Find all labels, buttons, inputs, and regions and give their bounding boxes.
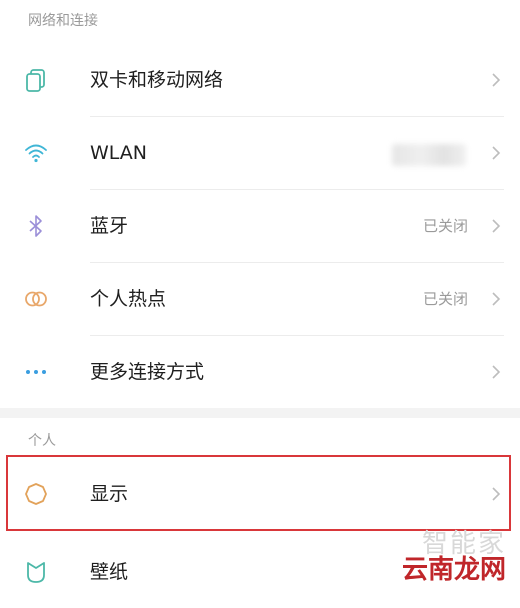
settings-item-sim-mobile-network[interactable]: 双卡和移动网络 bbox=[0, 44, 520, 116]
blurred-network-name bbox=[392, 144, 466, 166]
settings-item-bluetooth[interactable]: 蓝牙 已关闭 bbox=[0, 190, 520, 262]
section-header-network: 网络和连接 bbox=[28, 13, 98, 29]
section-header-personal: 个人 bbox=[28, 433, 56, 449]
chevron-right-icon bbox=[492, 73, 501, 87]
chevron-right-icon bbox=[492, 219, 501, 233]
highlight-box bbox=[6, 455, 511, 531]
hotspot-icon bbox=[25, 291, 47, 307]
settings-item-label: 更多连接方式 bbox=[90, 361, 205, 383]
sim-cards-icon bbox=[26, 69, 45, 92]
more-dots-icon bbox=[26, 370, 46, 374]
settings-item-hotspot[interactable]: 个人热点 已关闭 bbox=[0, 263, 520, 335]
wallpaper-icon bbox=[27, 562, 45, 583]
chevron-right-icon bbox=[492, 292, 501, 306]
bluetooth-icon bbox=[29, 215, 42, 237]
hotspot-status: 已关闭 bbox=[422, 290, 468, 308]
settings-item-label: 壁纸 bbox=[90, 561, 129, 583]
chevron-right-icon bbox=[492, 365, 501, 379]
bluetooth-status: 已关闭 bbox=[422, 217, 468, 235]
section-separator bbox=[0, 408, 520, 418]
wifi-icon bbox=[25, 144, 47, 163]
settings-item-more-connections[interactable]: 更多连接方式 bbox=[0, 336, 520, 408]
chevron-right-icon bbox=[492, 146, 501, 160]
settings-item-label: WLAN bbox=[90, 142, 148, 164]
settings-item-label: 蓝牙 bbox=[90, 215, 129, 237]
settings-item-label: 双卡和移动网络 bbox=[90, 69, 224, 91]
settings-item-label: 个人热点 bbox=[90, 288, 167, 310]
watermark-bottom-text: 云南龙网 bbox=[401, 555, 506, 585]
